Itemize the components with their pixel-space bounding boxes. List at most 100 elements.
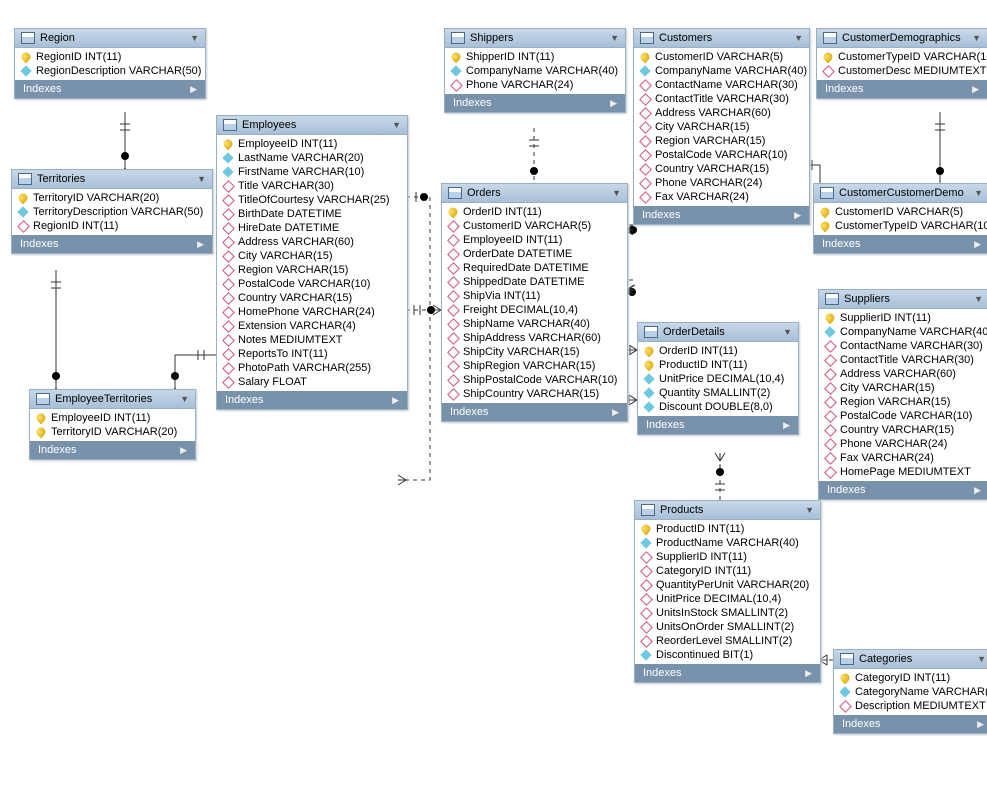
column[interactable]: CustomerTypeID VARCHAR(10)	[814, 219, 987, 233]
collapse-icon[interactable]: ▼	[612, 188, 621, 198]
column[interactable]: SupplierID INT(11)	[819, 311, 987, 325]
collapse-icon[interactable]: ▼	[974, 294, 983, 304]
table-header[interactable]: Customers▼	[634, 29, 809, 48]
indexes-bar[interactable]: Indexes▶	[445, 94, 625, 112]
table-header[interactable]: Products▼	[635, 501, 820, 520]
column[interactable]: PhotoPath VARCHAR(255)	[217, 361, 407, 375]
column[interactable]: CustomerTypeID VARCHAR(10)	[817, 50, 987, 64]
table-customercustomerdemo[interactable]: CustomerCustomerDemo▼CustomerID VARCHAR(…	[813, 183, 987, 254]
indexes-bar[interactable]: Indexes▶	[638, 416, 798, 434]
column[interactable]: City VARCHAR(15)	[634, 120, 809, 134]
column[interactable]: Discount DOUBLE(8,0)	[638, 400, 798, 414]
table-territories[interactable]: Territories▼TerritoryID VARCHAR(20)Terri…	[11, 169, 213, 254]
collapse-icon[interactable]: ▼	[180, 394, 189, 404]
indexes-bar[interactable]: Indexes▶	[819, 481, 987, 499]
collapse-icon[interactable]: ▼	[805, 505, 814, 515]
column[interactable]: PostalCode VARCHAR(10)	[819, 409, 987, 423]
column[interactable]: FirstName VARCHAR(10)	[217, 165, 407, 179]
table-header[interactable]: Categories▼	[834, 650, 987, 669]
collapse-icon[interactable]: ▼	[972, 33, 981, 43]
column[interactable]: ContactTitle VARCHAR(30)	[634, 92, 809, 106]
expand-icon[interactable]: ▶	[612, 407, 619, 418]
column[interactable]: ContactTitle VARCHAR(30)	[819, 353, 987, 367]
column[interactable]: CompanyName VARCHAR(40)	[445, 64, 625, 78]
column[interactable]: Address VARCHAR(60)	[217, 235, 407, 249]
column[interactable]: QuantityPerUnit VARCHAR(20)	[635, 578, 820, 592]
column[interactable]: CompanyName VARCHAR(40)	[634, 64, 809, 78]
table-customerdemographics[interactable]: CustomerDemographics▼ CustomerTypeID VARC…	[816, 28, 987, 99]
table-header[interactable]: CustomerDemographics▼	[817, 29, 987, 48]
column[interactable]: RegionDescription VARCHAR(50)	[15, 64, 205, 78]
expand-icon[interactable]: ▶	[190, 84, 197, 95]
column[interactable]: City VARCHAR(15)	[217, 249, 407, 263]
collapse-icon[interactable]: ▼	[794, 33, 803, 43]
column[interactable]: Region VARCHAR(15)	[819, 395, 987, 409]
column[interactable]: PostalCode VARCHAR(10)	[217, 277, 407, 291]
column[interactable]: Salary FLOAT	[217, 375, 407, 389]
expand-icon[interactable]: ▶	[197, 239, 204, 250]
indexes-bar[interactable]: Indexes▶	[834, 715, 987, 733]
column[interactable]: BirthDate DATETIME	[217, 207, 407, 221]
collapse-icon[interactable]: ▼	[610, 33, 619, 43]
indexes-bar[interactable]: Indexes▶	[30, 441, 195, 459]
column[interactable]: ShipperID INT(11)	[445, 50, 625, 64]
column[interactable]: CustomerDesc MEDIUMTEXT	[817, 64, 987, 78]
column[interactable]: CategoryName VARCHAR(15)	[834, 685, 987, 699]
collapse-icon[interactable]: ▼	[392, 120, 401, 130]
expand-icon[interactable]: ▶	[972, 84, 979, 95]
column[interactable]: ShipRegion VARCHAR(15)	[442, 359, 627, 373]
column[interactable]: OrderDate DATETIME	[442, 247, 627, 261]
expand-icon[interactable]: ▶	[180, 445, 187, 456]
column[interactable]: Fax VARCHAR(24)	[634, 190, 809, 204]
column[interactable]: Address VARCHAR(60)	[634, 106, 809, 120]
column[interactable]: TerritoryID VARCHAR(20)	[30, 425, 195, 439]
column[interactable]: ProductID INT(11)	[635, 522, 820, 536]
table-categories[interactable]: Categories▼ CategoryID INT(11)CategoryNam…	[833, 649, 987, 734]
expand-icon[interactable]: ▶	[610, 98, 617, 109]
column[interactable]: Quantity SMALLINT(2)	[638, 386, 798, 400]
column[interactable]: Address VARCHAR(60)	[819, 367, 987, 381]
table-suppliers[interactable]: Suppliers▼SupplierID INT(11)CompanyName …	[818, 289, 987, 500]
indexes-bar[interactable]: Indexes▶	[12, 235, 212, 253]
column[interactable]: UnitPrice DECIMAL(10,4)	[638, 372, 798, 386]
column[interactable]: TitleOfCourtesy VARCHAR(25)	[217, 193, 407, 207]
table-employees[interactable]: Employees▼EmployeeID INT(11)LastName VAR…	[216, 115, 408, 410]
column[interactable]: HireDate DATETIME	[217, 221, 407, 235]
column[interactable]: HomePage MEDIUMTEXT	[819, 465, 987, 479]
column[interactable]: Title VARCHAR(30)	[217, 179, 407, 193]
table-header[interactable]: EmployeeTerritories▼	[30, 390, 195, 409]
column[interactable]: ContactName VARCHAR(30)	[634, 78, 809, 92]
column[interactable]: ShipName VARCHAR(40)	[442, 317, 627, 331]
collapse-icon[interactable]: ▼	[190, 33, 199, 43]
column[interactable]: Country VARCHAR(15)	[634, 162, 809, 176]
indexes-bar[interactable]: Indexes▶	[817, 80, 987, 98]
indexes-bar[interactable]: Indexes▶	[635, 664, 820, 682]
column[interactable]: EmployeeID INT(11)	[30, 411, 195, 425]
column[interactable]: ShipCity VARCHAR(15)	[442, 345, 627, 359]
column[interactable]: City VARCHAR(15)	[819, 381, 987, 395]
column[interactable]: CustomerID VARCHAR(5)	[442, 219, 627, 233]
collapse-icon[interactable]: ▼	[977, 654, 986, 664]
collapse-icon[interactable]: ▼	[197, 174, 206, 184]
indexes-bar[interactable]: Indexes▶	[814, 235, 987, 253]
indexes-bar[interactable]: Indexes▶	[217, 391, 407, 409]
column[interactable]: OrderID INT(11)	[442, 205, 627, 219]
collapse-icon[interactable]: ▼	[974, 188, 983, 198]
column[interactable]: CategoryID INT(11)	[834, 671, 987, 685]
expand-icon[interactable]: ▶	[392, 395, 399, 406]
table-header[interactable]: Region▼	[15, 29, 205, 48]
column[interactable]: CompanyName VARCHAR(40)	[819, 325, 987, 339]
column[interactable]: TerritoryID VARCHAR(20)	[12, 191, 212, 205]
column[interactable]: Phone VARCHAR(24)	[634, 176, 809, 190]
column[interactable]: LastName VARCHAR(20)	[217, 151, 407, 165]
column[interactable]: ProductName VARCHAR(40)	[635, 536, 820, 550]
table-orders[interactable]: Orders▼OrderID INT(11)CustomerID VARCHAR…	[441, 183, 628, 422]
expand-icon[interactable]: ▶	[783, 420, 790, 431]
column[interactable]: CustomerID VARCHAR(5)	[634, 50, 809, 64]
column[interactable]: ShipAddress VARCHAR(60)	[442, 331, 627, 345]
column[interactable]: UnitPrice DECIMAL(10,4)	[635, 592, 820, 606]
column[interactable]: HomePhone VARCHAR(24)	[217, 305, 407, 319]
table-header[interactable]: Employees▼	[217, 116, 407, 135]
column[interactable]: Freight DECIMAL(10,4)	[442, 303, 627, 317]
table-shippers[interactable]: Shippers▼ShipperID INT(11)CompanyName VA…	[444, 28, 626, 113]
